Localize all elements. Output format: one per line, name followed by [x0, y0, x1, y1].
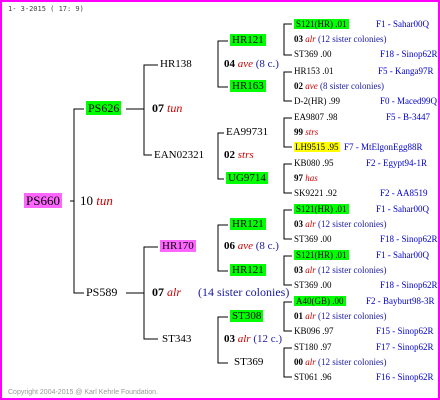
gen3-queen-1[interactable]: HR138 [160, 58, 192, 71]
gen2-year-2: 07 alr (14 sister colonies) [152, 285, 290, 299]
gen5-row-10[interactable]: KB080 .95 F2 - Egypt94-1R [294, 157, 427, 170]
gen4-queen-8[interactable]: ST369 [234, 356, 263, 369]
root-queen[interactable]: PS660 [24, 193, 62, 208]
gen5-row-5: 02 ave (8 sister colonies) [294, 81, 384, 91]
gen3-year-1: 04 ave (8 c.) [224, 58, 279, 70]
print-timestamp: 1- 3-2015 ( 17: 9) [8, 5, 84, 13]
gen5-row-2: 03 alr (12 sister colonies) [294, 34, 387, 44]
gen2-queen-1[interactable]: PS626 [86, 101, 122, 115]
gen5-row-16[interactable]: S121(HR) .01 F1 - Sahar00Q [294, 249, 429, 262]
gen5-row-4[interactable]: HR153 .01 F5 - Kanga97R [294, 65, 434, 78]
gen3-year-4: 03 alr (12 c.) [224, 333, 283, 345]
gen4-queen-7[interactable]: ST308 [230, 310, 264, 323]
gen5-row-17: 03 alr (12 sister colonies) [294, 265, 387, 275]
gen5-row-22[interactable]: ST180 .97 F17 - Sinop62R [294, 341, 434, 354]
gen4-queen-1[interactable]: HR121 [230, 34, 266, 47]
gen4-queen-5[interactable]: HR121 [230, 218, 266, 231]
gen5-row-13[interactable]: S121(HR) .01 F1 - Sahar00Q [294, 203, 429, 216]
gen5-row-18[interactable]: ST369 .00 F18 - Sinop62R [294, 279, 438, 292]
gen5-row-11: 97 has [294, 173, 318, 183]
root-year: 10 tun [80, 193, 113, 208]
gen3-queen-2[interactable]: EAN02321 [154, 149, 204, 162]
copyright-footer: Copyright 2004-2015 @ Karl Kehrle Founda… [8, 389, 158, 396]
gen2-year-1: 07 tun [152, 101, 183, 115]
gen5-row-20: 01 alr (12 sister colonies) [294, 311, 387, 321]
gen4-queen-6[interactable]: HR121 [230, 264, 266, 277]
gen3-year-2: 02 strs [224, 149, 254, 161]
gen4-queen-4[interactable]: UG9714 [226, 172, 268, 185]
gen5-row-9[interactable]: LH9515 .95 F7 - MtElgonEgg88R [294, 141, 423, 154]
gen5-row-12[interactable]: SK9221 .92 F2 - AA8519 [294, 187, 428, 200]
gen5-row-15[interactable]: ST369 .00 F18 - Sinop62R [294, 233, 438, 246]
gen5-row-8: 99 strs [294, 127, 319, 137]
gen5-row-19[interactable]: A40(GB) .00 F2 - Bayburt98-3R [294, 295, 435, 308]
gen5-row-3[interactable]: ST369 .00 F18 - Sinop62R [294, 48, 438, 61]
gen3-year-3: 06 ave (8 c.) [224, 240, 279, 252]
pedigree-frame: 1- 3-2015 ( 17: 9) PS660 10 tun PS626 07… [0, 0, 440, 400]
gen5-row-6[interactable]: D-2(HR) .99 F0 - Maced99Q [294, 95, 437, 108]
root-name: PS660 [24, 193, 62, 208]
gen3-queen-3[interactable]: HR170 [160, 240, 196, 253]
gen3-queen-4[interactable]: ST343 [162, 333, 191, 346]
gen5-row-24[interactable]: ST061 .96 F16 - Sinop62R [294, 371, 434, 384]
gen2-queen-2[interactable]: PS589 [86, 286, 117, 299]
gen5-row-7[interactable]: EA9807 .98 F5 - B-3447 [294, 111, 430, 124]
gen5-row-1[interactable]: S121(HR) .01 F1 - Sahar00Q [294, 18, 429, 31]
gen4-queen-2[interactable]: HR163 [230, 80, 266, 93]
gen5-row-23: 00 alr (12 sister colonies) [294, 357, 387, 367]
gen4-queen-3[interactable]: EA99731 [226, 126, 268, 139]
tree-lines [70, 23, 292, 378]
gen5-row-14: 03 alr (12 sister colonies) [294, 219, 387, 229]
gen5-row-21[interactable]: KB096 .97 F15 - Sinop62R [294, 325, 434, 338]
